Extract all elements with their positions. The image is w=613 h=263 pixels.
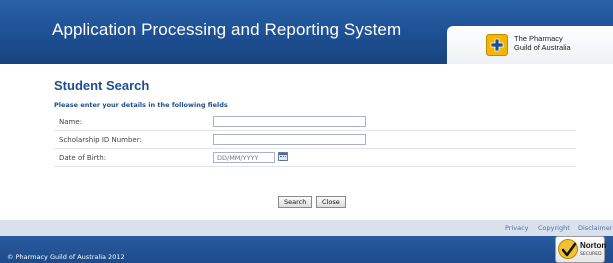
- app-header: Application Processing and Reporting Sys…: [0, 0, 613, 64]
- app-title: Application Processing and Reporting Sys…: [52, 20, 402, 39]
- search-button[interactable]: Search: [278, 196, 313, 208]
- name-row: Name:: [54, 113, 576, 131]
- scholarship-id-row: Scholarship ID Number:: [54, 131, 576, 149]
- name-input[interactable]: [213, 116, 366, 127]
- name-label: Name:: [59, 118, 83, 126]
- date-of-birth-input[interactable]: [213, 152, 275, 163]
- logo-text: The Pharmacy Guild of Australia: [514, 34, 571, 52]
- norton-secured-label: SECURED: [580, 252, 602, 257]
- page-title: Student Search: [54, 78, 150, 93]
- norton-brand: Norton: [580, 241, 607, 250]
- norton-secured-badge[interactable]: Norton SECURED: [555, 236, 607, 263]
- pharmacy-guild-logo: The Pharmacy Guild of Australia: [447, 26, 613, 64]
- checkmark-icon: [558, 239, 578, 259]
- copyright-text: © Pharmacy Guild of Australia 2012: [7, 253, 125, 261]
- logo-line-1: The Pharmacy: [514, 34, 563, 43]
- scholarship-id-label: Scholarship ID Number:: [59, 136, 142, 144]
- calendar-icon[interactable]: [278, 152, 288, 161]
- pharmacy-cross-icon: [486, 34, 508, 56]
- privacy-link[interactable]: Privacy: [505, 224, 529, 232]
- close-button[interactable]: Close: [316, 196, 346, 208]
- footer: © Pharmacy Guild of Australia 2012: [0, 236, 613, 263]
- copyright-link[interactable]: Copyright: [538, 224, 570, 232]
- date-of-birth-label: Date of Birth:: [59, 154, 107, 162]
- logo-line-2: Guild of Australia: [514, 43, 571, 52]
- instructions-text: Please enter your details in the followi…: [54, 101, 228, 109]
- disclaimer-link[interactable]: Disclaimer: [578, 224, 612, 232]
- scholarship-id-input[interactable]: [213, 134, 366, 145]
- footer-links-bar: Privacy Copyright Disclaimer: [0, 220, 613, 236]
- date-of-birth-row: Date of Birth:: [54, 149, 576, 167]
